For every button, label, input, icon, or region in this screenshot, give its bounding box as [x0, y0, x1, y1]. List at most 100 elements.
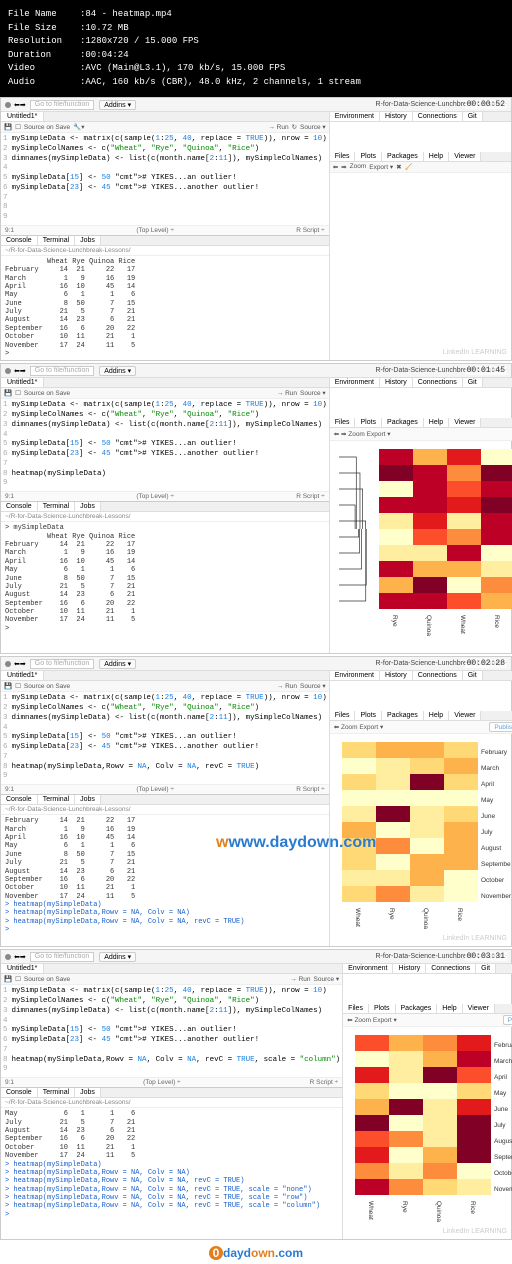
jobs-tab[interactable]: Jobs: [75, 236, 101, 245]
heatmap-plot: February March April May June July August Septe…: [330, 734, 512, 946]
remove-icon[interactable]: ✖: [396, 163, 401, 171]
history-tab[interactable]: History: [380, 112, 413, 121]
app-icon: [5, 102, 11, 108]
svg-text:August: August: [494, 1138, 512, 1145]
svg-text:February: February: [481, 749, 508, 756]
svg-text:November: November: [481, 893, 512, 900]
svg-text:March: March: [494, 1058, 512, 1065]
files-tab[interactable]: Files: [330, 152, 356, 161]
timestamp: 00:01:45: [465, 366, 507, 375]
nav-fwd-icon[interactable]: ➡: [20, 101, 26, 109]
plot-prev-icon[interactable]: ⬅: [333, 163, 338, 171]
svg-text:June: June: [481, 813, 495, 820]
file-info-panel: File Name: 84 - heatmap.mp4 File Size: 1…: [0, 0, 512, 97]
footer-watermark: 0daydown.com: [0, 1242, 512, 1264]
heatmap-plot: FebruaryAugustNovemberMayJulySeptembeOct…: [330, 441, 512, 653]
value: 00:04:24: [85, 49, 128, 63]
timestamp: 00:00:52: [465, 100, 507, 109]
console-output[interactable]: > mySimpleData Wheat Rye Quinoa Rice Feb…: [1, 522, 329, 635]
source-on-save-check[interactable]: ☐: [15, 123, 21, 131]
console-path: ~/R-for-Data-Science-Lunchbreak-Lessons/: [1, 246, 329, 256]
svg-text:Wheat: Wheat: [367, 1201, 374, 1220]
plot-next-icon[interactable]: ➡: [341, 163, 346, 171]
svg-text:Rice: Rice: [493, 615, 500, 628]
label: Resolution: [8, 35, 80, 49]
svg-text:March: March: [481, 765, 499, 772]
ide-screenshot-4: 00:03:31 ⬅➡Go to file/functionAddins ▾R-…: [0, 949, 512, 1240]
svg-text:May: May: [494, 1090, 507, 1097]
svg-text:Rye: Rye: [391, 615, 398, 627]
svg-text:October: October: [481, 877, 505, 884]
svg-text:October: October: [494, 1170, 512, 1177]
svg-text:Quinoa: Quinoa: [422, 908, 429, 929]
svg-text:Septembe: Septembe: [481, 861, 511, 868]
svg-text:Rice: Rice: [456, 908, 463, 921]
label: Video: [8, 62, 80, 76]
code-editor[interactable]: 123456789 mySimpleData <- matrix(c(sampl…: [1, 985, 342, 1077]
plot-area-empty: [330, 173, 511, 323]
value: AAC, 160 kb/s (CBR), 48.0 kHz, 2 channel…: [85, 76, 360, 90]
source-toolbar: 💾 ☐ Source on Save 🔧▾ → Run ↻ Source ▾: [1, 122, 329, 133]
svg-text:Quinoa: Quinoa: [425, 615, 432, 636]
svg-text:Septembe: Septembe: [494, 1154, 512, 1161]
console-output[interactable]: May 6 1 1 6 July 21 5 7 21 August 14 23 …: [1, 1108, 342, 1221]
code-editor[interactable]: 123456789 mySimpleData <- matrix(c(sampl…: [1, 133, 329, 225]
ide-screenshot-3: 00:02:28 ⬅➡Go to file/functionAddins ▾R-…: [0, 656, 512, 947]
console-output[interactable]: February 14 21 22 17 March 1 9 16 19 Apr…: [1, 815, 329, 936]
svg-text:April: April: [481, 781, 495, 788]
rerun-icon[interactable]: ↻: [292, 123, 297, 131]
svg-text:Wheat: Wheat: [354, 908, 361, 927]
env-tab[interactable]: Environment: [330, 112, 380, 121]
svg-text:August: August: [481, 845, 501, 852]
terminal-tab[interactable]: Terminal: [38, 236, 75, 245]
zoom-button[interactable]: Zoom: [350, 163, 367, 171]
run-button[interactable]: → Run: [268, 124, 288, 131]
linkedin-watermark: LinkedIn LEARNING: [443, 349, 507, 356]
svg-text:May: May: [481, 797, 494, 804]
connections-tab[interactable]: Connections: [413, 112, 463, 121]
timestamp: 00:03:31: [465, 952, 507, 961]
help-tab[interactable]: Help: [424, 152, 449, 161]
git-tab[interactable]: Git: [463, 112, 483, 121]
label: File Name: [8, 8, 80, 22]
console-output[interactable]: Wheat Rye Quinoa Rice February 14 21 22 …: [1, 256, 329, 361]
main-toolbar: ⬅ ➡ Go to file/function Addins ▾ R-for-D…: [1, 98, 511, 112]
timestamp: 00:02:28: [465, 659, 507, 668]
plot-toolbar: ⬅ ➡ Zoom Export ▾ ✖ 🧹: [330, 162, 511, 173]
wand-icon[interactable]: 🔧▾: [73, 123, 84, 131]
addins-menu[interactable]: Addins ▾: [99, 100, 136, 110]
clear-icon[interactable]: 🧹: [405, 163, 413, 171]
console-tab[interactable]: Console: [1, 236, 38, 245]
svg-text:February: February: [494, 1042, 512, 1049]
svg-text:Rye: Rye: [401, 1201, 408, 1213]
svg-text:Rice: Rice: [469, 1201, 476, 1214]
line-gutter: 123456789: [3, 135, 12, 223]
label: Audio: [8, 76, 80, 90]
svg-text:July: July: [481, 829, 493, 836]
value: AVC (Main@L3.1), 170 kb/s, 15.000 FPS: [85, 62, 285, 76]
svg-text:November: November: [494, 1186, 512, 1193]
label: Duration: [8, 49, 80, 63]
packages-tab[interactable]: Packages: [382, 152, 424, 161]
viewer-tab[interactable]: Viewer: [449, 152, 481, 161]
file-search-input[interactable]: Go to file/function: [30, 100, 94, 110]
save-icon[interactable]: 💾: [4, 123, 12, 131]
source-button[interactable]: Source ▾: [300, 123, 326, 131]
source-tab[interactable]: Untitled1*: [1, 112, 44, 121]
value: 1280x720 / 15.000 FPS: [85, 35, 198, 49]
label: File Size: [8, 22, 80, 36]
code-editor[interactable]: 123456789 mySimpleData <- matrix(c(sampl…: [1, 692, 329, 784]
plots-tab[interactable]: Plots: [355, 152, 382, 161]
value: 84 - heatmap.mp4: [85, 8, 171, 22]
svg-text:June: June: [494, 1106, 508, 1113]
svg-text:Wheat: Wheat: [459, 615, 466, 634]
svg-text:Quinoa: Quinoa: [435, 1201, 442, 1222]
ide-screenshot-2: 00:01:45 ⬅➡Go to file/functionAddins ▾R-…: [0, 363, 512, 654]
code-editor[interactable]: 123456789 mySimpleData <- matrix(c(sampl…: [1, 399, 329, 491]
export-button[interactable]: Export ▾: [369, 163, 393, 171]
heatmap-plot: February March April May June July August Septe…: [343, 1027, 512, 1239]
svg-text:April: April: [494, 1074, 508, 1081]
svg-text:July: July: [494, 1122, 506, 1129]
ide-screenshot-1: 00:00:52 ⬅ ➡ Go to file/function Addins …: [0, 97, 512, 361]
svg-text:Rye: Rye: [388, 908, 395, 920]
